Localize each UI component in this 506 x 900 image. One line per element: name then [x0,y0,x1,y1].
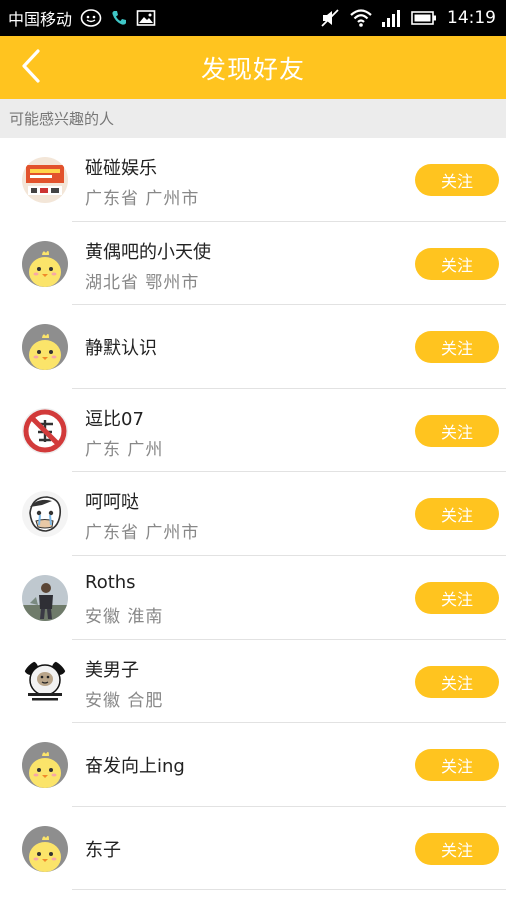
user-list: 碰碰娱乐 广东省 广州市 关注 黄偶吧的小天使 湖北省 鄂州市 关注 静默认识 … [0,138,506,891]
mute-icon [319,8,341,28]
photo-person-avatar [22,574,68,621]
list-item[interactable]: 静默认识 关注 [0,305,506,389]
user-location: 广东 广州 [85,439,164,460]
user-location: 湖北省 鄂州市 [85,272,200,293]
phone-icon [110,9,128,27]
battery-icon [411,9,437,27]
signal-icon [381,8,403,28]
user-name: Roths [85,571,136,593]
list-item[interactable]: 呵呵哒 广东省 广州市 关注 [0,472,506,556]
page-title: 发现好友 [200,54,305,84]
no-sign-avatar [22,407,68,454]
app-header: 发现好友 [0,36,506,99]
back-button[interactable] [14,49,48,87]
chevron-left-icon [20,49,42,87]
divider [72,889,506,891]
default-chick-avatar [22,324,68,371]
cartoon-face-avatar [22,491,68,538]
follow-button[interactable]: 关注 [415,749,499,782]
wechat-smile-icon [80,8,102,28]
user-name: 呵呵哒 [85,492,139,514]
user-name: 黄偶吧的小天使 [85,241,211,263]
list-item[interactable]: 碰碰娱乐 广东省 广州市 关注 [0,138,506,222]
follow-button[interactable]: 关注 [415,581,499,614]
section-header: 可能感兴趣的人 [0,99,506,138]
list-item[interactable]: 逗比07 广东 广州 关注 [0,389,506,473]
follow-button[interactable]: 关注 [415,832,499,865]
user-location: 安徽 合肥 [85,690,164,711]
follow-button[interactable]: 关注 [415,331,499,364]
list-item[interactable]: 美男子 安徽 合肥 关注 [0,640,506,724]
default-chick-avatar [22,240,68,287]
follow-button[interactable]: 关注 [415,247,499,280]
list-item[interactable]: Roths 安徽 淮南 关注 [0,556,506,640]
follow-button[interactable]: 关注 [415,665,499,698]
user-location: 安徽 淮南 [85,606,164,627]
list-item[interactable]: 黄偶吧的小天使 湖北省 鄂州市 关注 [0,222,506,306]
user-name: 碰碰娱乐 [85,158,157,179]
follow-button[interactable]: 关注 [415,414,499,447]
image-icon [136,9,156,27]
panda-meme-avatar [22,658,68,705]
default-chick-avatar [22,825,68,872]
user-name: 美男子 [85,659,139,681]
wifi-icon [349,8,373,28]
follow-button[interactable]: 关注 [415,164,499,196]
user-location: 广东省 广州市 [85,523,200,544]
brand-logo-avatar [22,157,68,203]
follow-button[interactable]: 关注 [415,498,499,531]
list-item[interactable]: 东子 关注 [0,807,506,891]
status-bar: 中国移动 14:19 [0,0,506,36]
user-name: 奋发向上ing [85,756,185,778]
default-chick-avatar [22,742,68,789]
user-name: 逗比07 [85,408,144,430]
user-name: 静默认识 [85,338,157,360]
carrier-label: 中国移动 [8,10,73,29]
list-item[interactable]: 奋发向上ing 关注 [0,723,506,807]
user-name: 东子 [85,839,121,861]
user-location: 广东省 广州市 [85,189,200,209]
clock: 14:19 [447,8,496,28]
section-label: 可能感兴趣的人 [9,110,115,128]
